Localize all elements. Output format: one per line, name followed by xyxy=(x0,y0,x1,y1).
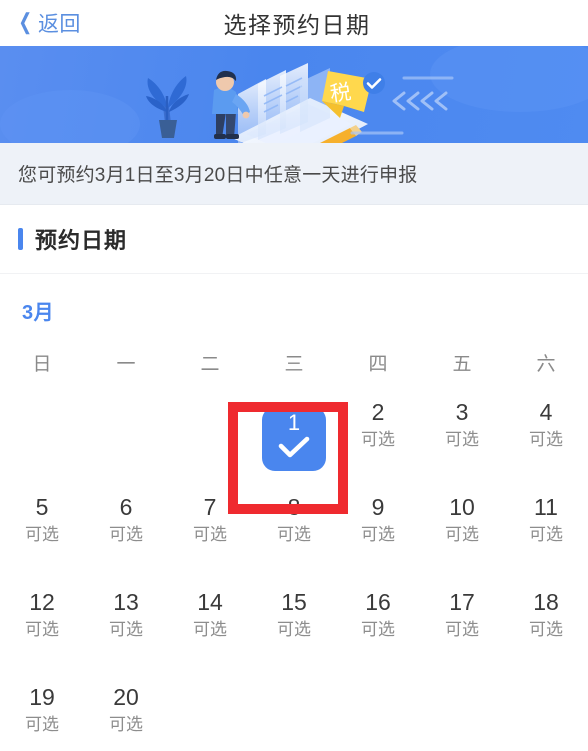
day-status-label: 可选 xyxy=(109,620,143,639)
section-title: 预约日期 xyxy=(35,228,128,253)
day-number: 15 xyxy=(281,589,307,615)
calendar-day-8[interactable]: 8 可选 xyxy=(252,485,336,580)
calendar-day-11[interactable]: 11 可选 xyxy=(504,485,588,580)
day-status-label: 可选 xyxy=(193,620,227,639)
calendar-week-row: 12 可选 13 可选 14 可选 15 可选 16 可选 17 可选 18 可选 xyxy=(0,580,588,675)
back-button[interactable]: ❮ 返回 xyxy=(16,8,81,38)
weekday-sat: 六 xyxy=(536,354,556,375)
day-status-label: 可选 xyxy=(361,620,395,639)
calendar-day-17[interactable]: 17 可选 xyxy=(420,580,504,675)
day-status-label: 可选 xyxy=(109,525,143,544)
day-number: 2 xyxy=(371,399,385,425)
calendar: 3月 日 一 二 三 四 五 六 1 2 可选 3 可选 4 可选 5 可选 6 可选 7 可选 8 可选 9… xyxy=(0,274,588,751)
weekday-wed: 三 xyxy=(284,354,304,375)
day-status-label: 可选 xyxy=(361,430,395,449)
day-status-label: 可选 xyxy=(529,525,563,544)
calendar-weekday-header: 日 一 二 三 四 五 六 xyxy=(0,349,588,376)
calendar-day-5[interactable]: 5 可选 xyxy=(0,485,84,580)
day-number: 9 xyxy=(371,494,385,520)
calendar-day-14[interactable]: 14 可选 xyxy=(168,580,252,675)
calendar-day-12[interactable]: 12 可选 xyxy=(0,580,84,675)
day-status-label: 可选 xyxy=(25,525,59,544)
calendar-weeks: 1 2 可选 3 可选 4 可选 5 可选 6 可选 7 可选 8 可选 9 可选 10 可选 11 可选 12 可选 13 可… xyxy=(0,390,588,751)
calendar-day-20[interactable]: 20 可选 xyxy=(84,675,168,751)
day-status-label: 可选 xyxy=(25,715,59,734)
day-number: 8 xyxy=(287,494,301,520)
back-button-label: 返回 xyxy=(37,13,81,36)
day-status-label: 可选 xyxy=(361,525,395,544)
day-status-label: 可选 xyxy=(445,525,479,544)
weekday-thu: 四 xyxy=(368,354,388,375)
day-number: 10 xyxy=(449,494,475,520)
day-status-label: 可选 xyxy=(277,620,311,639)
calendar-day-4[interactable]: 4 可选 xyxy=(504,390,588,485)
section-accent-bar xyxy=(18,228,23,250)
calendar-week-row: 5 可选 6 可选 7 可选 8 可选 9 可选 10 可选 11 可选 xyxy=(0,485,588,580)
weekday-mon: 一 xyxy=(116,354,136,375)
day-number: 18 xyxy=(533,589,559,615)
day-number: 11 xyxy=(534,494,558,520)
day-number: 13 xyxy=(113,589,139,615)
day-status-label: 可选 xyxy=(529,430,563,449)
calendar-day-1[interactable]: 1 xyxy=(252,390,336,485)
selected-day-tile[interactable]: 1 xyxy=(262,406,326,471)
calendar-week-row: 1 2 可选 3 可选 4 可选 xyxy=(0,390,588,485)
day-status-label: 可选 xyxy=(445,620,479,639)
navigation-bar: ❮ 返回 选择预约日期 xyxy=(0,0,588,46)
calendar-day-3[interactable]: 3 可选 xyxy=(420,390,504,485)
header-banner: 税 xyxy=(0,46,588,143)
calendar-day-6[interactable]: 6 可选 xyxy=(84,485,168,580)
day-number: 3 xyxy=(455,399,469,425)
calendar-day-15[interactable]: 15 可选 xyxy=(252,580,336,675)
day-status-label: 可选 xyxy=(529,620,563,639)
calendar-day-13[interactable]: 13 可选 xyxy=(84,580,168,675)
calendar-month-label: 3月 xyxy=(22,302,55,324)
day-status-label: 可选 xyxy=(25,620,59,639)
day-status-label: 可选 xyxy=(445,430,479,449)
day-number: 6 xyxy=(119,494,133,520)
day-number: 12 xyxy=(29,589,55,615)
selected-day-number: 1 xyxy=(287,409,301,435)
day-number: 19 xyxy=(29,684,55,710)
check-icon xyxy=(278,436,310,457)
notice-bar: 您可预约3月1日至3月20日中任意一天进行申报 xyxy=(0,143,588,205)
notice-text: 您可预约3月1日至3月20日中任意一天进行申报 xyxy=(18,165,418,186)
calendar-day-9[interactable]: 9 可选 xyxy=(336,485,420,580)
tax-filing-illustration: 税 xyxy=(0,46,588,143)
section-header: 预约日期 xyxy=(0,205,588,274)
weekday-sun: 日 xyxy=(32,354,52,375)
weekday-tue: 二 xyxy=(200,354,220,375)
day-number: 7 xyxy=(203,494,217,520)
check-icon xyxy=(277,436,311,465)
calendar-day-10[interactable]: 10 可选 xyxy=(420,485,504,580)
day-number: 5 xyxy=(35,494,49,520)
day-status-label: 可选 xyxy=(193,525,227,544)
calendar-week-row: 19 可选 20 可选 xyxy=(0,675,588,751)
day-number: 17 xyxy=(449,589,475,615)
chevrons-decoration xyxy=(392,91,448,111)
calendar-day-7[interactable]: 7 可选 xyxy=(168,485,252,580)
plant-graphic xyxy=(146,76,189,138)
calendar-day-2[interactable]: 2 可选 xyxy=(336,390,420,485)
calendar-day-18[interactable]: 18 可选 xyxy=(504,580,588,675)
weekday-fri: 五 xyxy=(452,354,472,375)
day-number: 4 xyxy=(539,399,553,425)
day-number: 14 xyxy=(197,589,223,615)
day-status-label: 可选 xyxy=(277,525,311,544)
day-number: 16 xyxy=(365,589,391,615)
calendar-day-16[interactable]: 16 可选 xyxy=(336,580,420,675)
chevron-left-icon: ❮ xyxy=(18,9,33,34)
day-number: 20 xyxy=(113,684,139,710)
tax-badge-text: 税 xyxy=(329,80,353,107)
day-status-label: 可选 xyxy=(109,715,143,734)
app-screen: ❮ 返回 选择预约日期 税 您可预约3月1日至3月20日中任意一天进行申报 预约… xyxy=(0,0,588,751)
page-title: 选择预约日期 xyxy=(223,12,371,38)
calendar-day-19[interactable]: 19 可选 xyxy=(0,675,84,751)
